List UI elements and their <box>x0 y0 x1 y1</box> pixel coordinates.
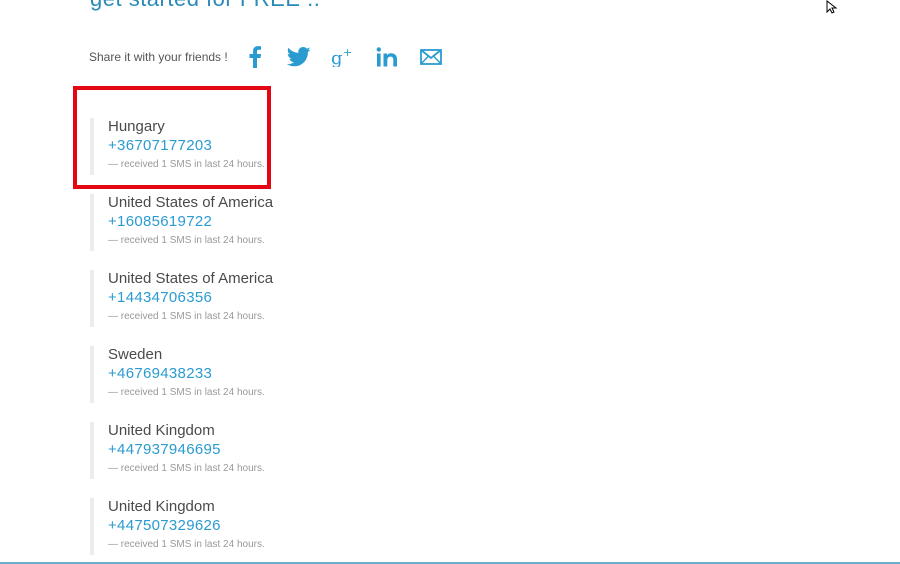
list-item[interactable]: United Kingdom +447937946695 — received … <box>90 422 490 479</box>
page: get started for FREE .. Share it with yo… <box>0 0 900 564</box>
highlight-box <box>73 86 271 189</box>
received-status: — received 1 SMS in last 24 hours. <box>108 387 265 398</box>
country-name: United Kingdom <box>108 422 215 439</box>
phone-number-link[interactable]: +447507329626 <box>108 516 490 536</box>
facebook-icon[interactable] <box>242 44 268 70</box>
phone-number-link[interactable]: +16085619722 <box>108 212 490 232</box>
list-item[interactable]: Sweden +46769438233 — received 1 SMS in … <box>90 346 490 403</box>
received-status: — received 1 SMS in last 24 hours. <box>108 311 265 322</box>
phone-number-link[interactable]: +14434706356 <box>108 288 490 308</box>
country-name: United States of America <box>108 194 274 211</box>
country-name: United Kingdom <box>108 498 215 515</box>
phone-number-link[interactable]: +46769438233 <box>108 364 490 384</box>
share-label: Share it with your friends ! <box>89 50 228 64</box>
page-heading: get started for FREE .. <box>90 0 320 12</box>
twitter-icon[interactable] <box>286 44 312 70</box>
svg-text:g: g <box>331 48 343 67</box>
country-name: Sweden <box>108 346 163 363</box>
phone-number-link[interactable]: +447937946695 <box>108 440 490 460</box>
mouse-cursor-icon <box>826 0 838 14</box>
received-status: — received 1 SMS in last 24 hours. <box>108 539 265 550</box>
received-status: — received 1 SMS in last 24 hours. <box>108 235 265 246</box>
google-plus-icon[interactable]: g + <box>330 44 356 70</box>
svg-text:+: + <box>343 47 352 59</box>
list-item[interactable]: United States of America +14434706356 — … <box>90 270 490 327</box>
email-icon[interactable] <box>418 44 444 70</box>
share-row: Share it with your friends ! g + <box>89 44 462 70</box>
country-name: United States of America <box>108 270 274 287</box>
list-item[interactable]: United States of America +16085619722 — … <box>90 194 490 251</box>
linkedin-icon[interactable] <box>374 44 400 70</box>
received-status: — received 1 SMS in last 24 hours. <box>108 463 265 474</box>
list-item[interactable]: United Kingdom +447507329626 — received … <box>90 498 490 555</box>
